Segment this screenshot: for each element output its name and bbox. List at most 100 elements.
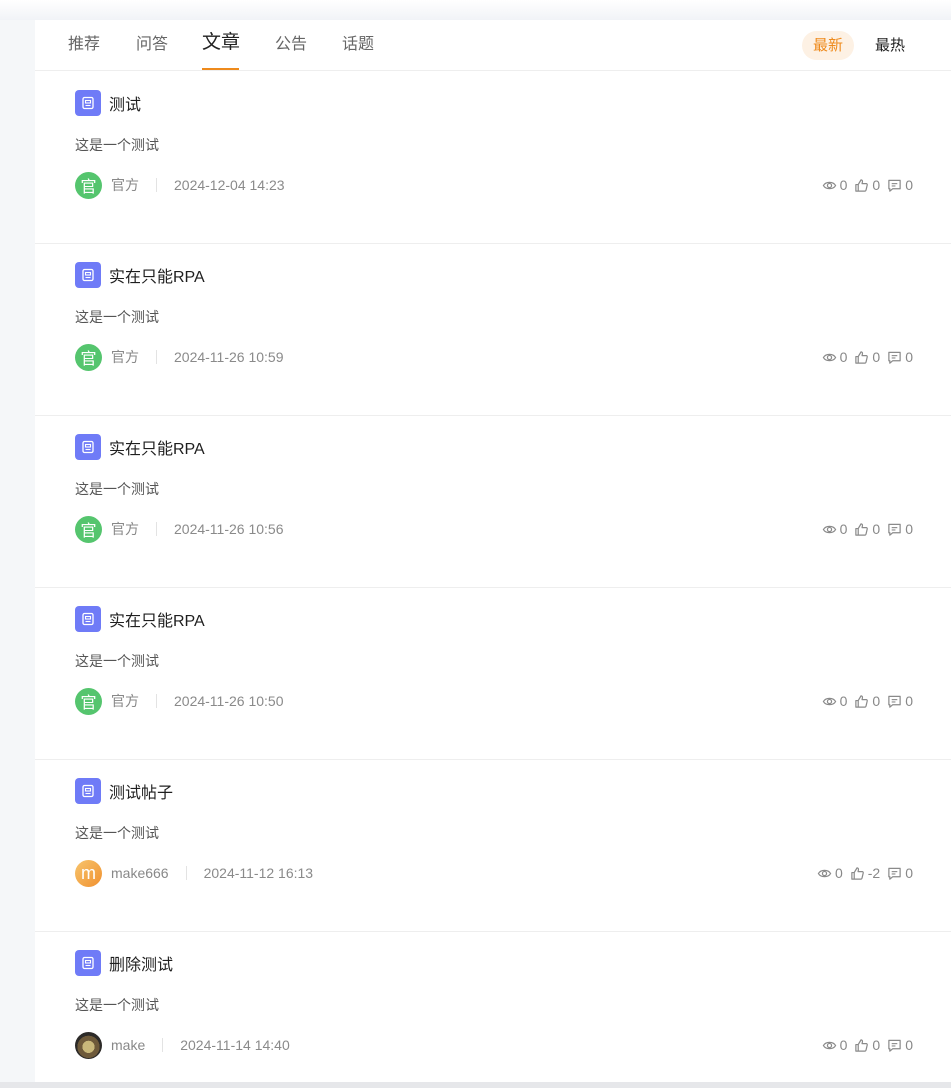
list-item[interactable]: 实在只能RPA 这是一个测试 官 官方 2024-11-26 10:56 0 0… (35, 415, 951, 588)
post-title-link[interactable]: 实在只能RPA (75, 262, 205, 288)
eye-icon (822, 1041, 836, 1049)
document-icon (75, 262, 101, 288)
avatar[interactable]: 官 (75, 515, 102, 543)
thumbs-up-icon (855, 178, 869, 192)
post-time: 2024-11-12 16:13 (203, 865, 314, 881)
likes-stat[interactable]: 0 (854, 1037, 880, 1053)
thumbs-up-icon (855, 1038, 869, 1052)
comment-icon (888, 695, 901, 708)
category-tabs: 推荐 问答 文章 公告 话题 最新 最热 (35, 20, 951, 71)
eye-icon (822, 353, 836, 361)
comments-stat[interactable]: 0 (887, 349, 913, 365)
author-name[interactable]: 官方 (111, 519, 139, 539)
avatar[interactable]: 官 (75, 687, 102, 715)
active-tab-indicator (202, 68, 239, 70)
divider (156, 522, 157, 536)
post-time: 2024-11-14 14:40 (180, 1037, 290, 1053)
author-name[interactable]: 官方 (111, 691, 139, 711)
comments-count: 0 (905, 521, 913, 537)
post-meta: 官 官方 2024-11-26 10:50 (75, 687, 284, 715)
thumbs-up-icon (855, 522, 869, 536)
sort-latest-button[interactable]: 最新 (802, 31, 854, 60)
document-icon (75, 434, 101, 460)
post-stats: 0 0 0 (815, 1031, 913, 1059)
avatar[interactable]: 官 (75, 343, 102, 371)
likes-count: 0 (872, 177, 881, 193)
avatar[interactable] (75, 1031, 102, 1059)
post-title-link[interactable]: 测试帖子 (75, 778, 173, 804)
likes-count: 0 (872, 693, 881, 709)
comments-count: 0 (905, 177, 913, 193)
avatar[interactable]: 官 (75, 171, 102, 199)
divider (185, 866, 187, 880)
post-time: 2024-11-26 10:56 (174, 521, 284, 537)
author-name[interactable]: make (111, 1037, 145, 1053)
post-title: 实在只能RPA (109, 269, 205, 286)
document-icon (75, 606, 101, 632)
comment-icon (888, 179, 901, 192)
list-item[interactable]: 实在只能RPA 这是一个测试 官 官方 2024-11-26 10:50 0 0… (35, 587, 951, 760)
likes-stat[interactable]: -2 (850, 865, 880, 881)
sort-hot-button[interactable]: 最热 (875, 31, 905, 60)
post-title: 实在只能RPA (109, 613, 205, 630)
list-item[interactable]: 测试 这是一个测试 官 官方 2024-12-04 14:23 0 0 0 (35, 71, 951, 244)
post-time: 2024-11-26 10:59 (174, 349, 284, 365)
post-stats: 0 0 0 (815, 171, 913, 199)
list-item[interactable]: 删除测试 这是一个测试 make 2024-11-14 14:40 0 0 0 (35, 931, 951, 1082)
tab-qa[interactable]: 问答 (136, 34, 168, 56)
tab-articles[interactable]: 文章 (202, 32, 240, 54)
avatar[interactable]: m (75, 859, 102, 887)
likes-stat[interactable]: 0 (854, 349, 880, 365)
post-meta: make 2024-11-14 14:40 (75, 1031, 290, 1059)
post-description: 这是一个测试 (75, 653, 159, 669)
thumbs-up-icon (851, 866, 864, 880)
post-meta: 官 官方 2024-11-26 10:56 (75, 515, 284, 543)
author-name[interactable]: 官方 (111, 175, 139, 195)
views-count: 0 (839, 349, 848, 365)
likes-count: 0 (872, 349, 881, 365)
comments-stat[interactable]: 0 (887, 865, 913, 881)
tab-recommend[interactable]: 推荐 (68, 34, 100, 56)
likes-count: 0 (872, 1037, 881, 1053)
comment-icon (888, 523, 901, 536)
eye-icon (822, 525, 836, 533)
author-name[interactable]: make666 (111, 865, 169, 881)
list-item[interactable]: 测试帖子 这是一个测试 m make666 2024-11-12 16:13 0… (35, 759, 951, 932)
views-count: 0 (839, 693, 848, 709)
post-title-link[interactable]: 实在只能RPA (75, 606, 205, 632)
views-stat: 0 (817, 865, 843, 881)
views-count: 0 (839, 1037, 848, 1053)
comments-count: 0 (905, 693, 913, 709)
post-title-link[interactable]: 测试 (75, 90, 141, 116)
list-item[interactable]: 实在只能RPA 这是一个测试 官 官方 2024-11-26 10:59 0 0… (35, 243, 951, 416)
comments-stat[interactable]: 0 (887, 177, 913, 193)
post-time: 2024-12-04 14:23 (174, 177, 285, 193)
views-stat: 0 (822, 349, 848, 365)
divider (156, 350, 157, 364)
top-header-shadow (0, 0, 951, 20)
views-count: 0 (839, 177, 848, 193)
post-time: 2024-11-26 10:50 (174, 693, 284, 709)
post-title-link[interactable]: 删除测试 (75, 950, 173, 976)
tab-topics[interactable]: 话题 (342, 34, 374, 56)
document-icon (75, 90, 101, 116)
post-title: 实在只能RPA (109, 441, 205, 458)
comments-count: 0 (905, 1037, 913, 1053)
horizontal-scrollbar[interactable] (0, 1082, 951, 1088)
comments-stat[interactable]: 0 (887, 521, 913, 537)
document-icon (75, 950, 101, 976)
tab-announcements[interactable]: 公告 (275, 34, 307, 56)
comments-stat[interactable]: 0 (887, 1037, 913, 1053)
post-title-link[interactable]: 实在只能RPA (75, 434, 205, 460)
eye-icon (822, 181, 836, 189)
post-title: 删除测试 (109, 957, 174, 974)
comments-stat[interactable]: 0 (887, 693, 913, 709)
likes-stat[interactable]: 0 (854, 521, 880, 537)
post-stats: 0 -2 0 (810, 859, 913, 887)
post-title: 测试 (109, 97, 142, 114)
likes-stat[interactable]: 0 (854, 177, 880, 193)
author-name[interactable]: 官方 (111, 347, 139, 367)
thumbs-up-icon (855, 694, 869, 708)
post-description: 这是一个测试 (75, 137, 159, 153)
likes-stat[interactable]: 0 (854, 693, 880, 709)
